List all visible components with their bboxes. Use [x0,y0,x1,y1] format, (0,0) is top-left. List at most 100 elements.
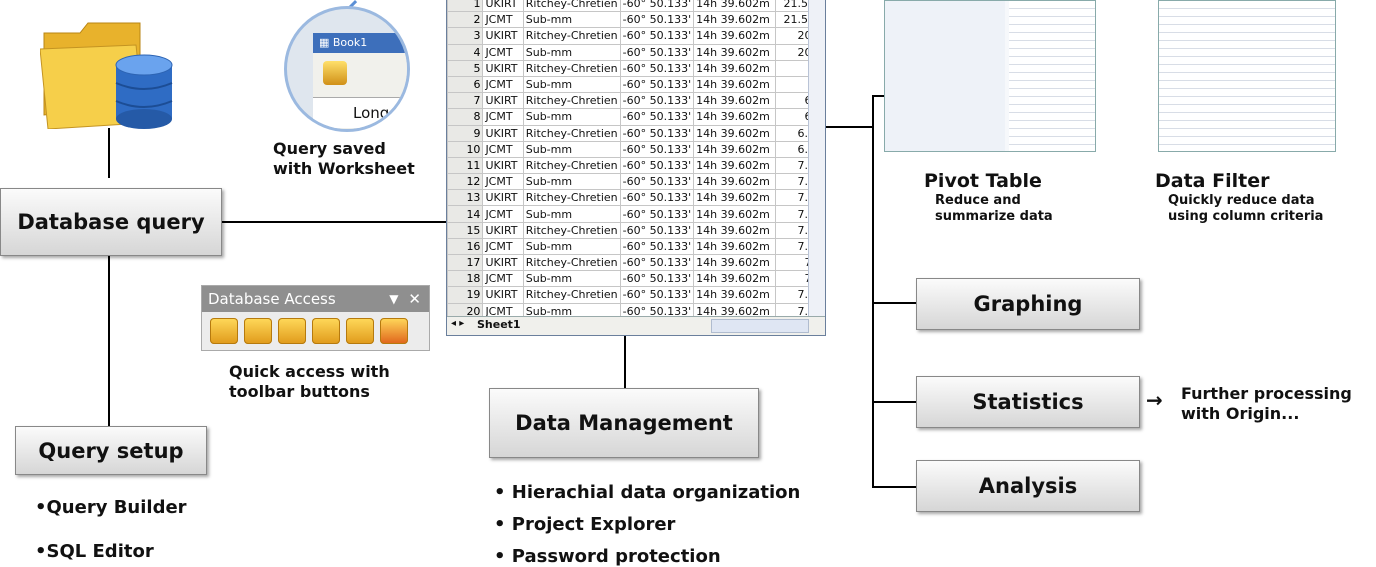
ra-cell[interactable]: 14h 39.602m [693,286,777,304]
telescope-cell[interactable]: JCMT [482,173,524,191]
telescope-cell[interactable]: JCMT [482,75,524,94]
type-cell[interactable]: Sub-mm [522,205,621,223]
ra-cell[interactable]: 14h 39.602m [693,0,777,13]
row-number[interactable]: 9 [447,124,484,142]
telescope-cell[interactable]: JCMT [482,334,524,335]
ra-cell[interactable]: 14h 39.602m [693,75,777,94]
telescope-cell[interactable]: UKIRT [482,0,524,13]
dec-cell[interactable]: -60° 50.133' [619,334,695,335]
dec-cell[interactable]: -60° 50.133' [619,189,695,207]
row-number[interactable]: 22 [447,334,484,335]
row-number[interactable]: 14 [447,205,484,223]
value-cell[interactable]: 6.7 [775,334,825,335]
dec-cell[interactable]: -60° 50.133' [619,270,695,288]
row-number[interactable]: 2 [447,11,484,29]
ra-cell[interactable]: 14h 39.602m [693,124,777,142]
type-cell[interactable]: Sub-mm [522,140,621,158]
row-number[interactable]: 18 [447,270,484,288]
row-number[interactable]: 6 [447,75,484,94]
type-cell[interactable]: Sub-mm [522,334,621,335]
ra-cell[interactable]: 14h 39.602m [693,253,777,272]
type-cell[interactable]: Ritchey-Chretien [522,156,621,175]
worksheet-horizontal-scrollbar[interactable] [711,319,809,333]
ra-cell[interactable]: 14h 39.602m [693,11,777,29]
dec-cell[interactable]: -60° 50.133' [619,92,695,110]
row-number[interactable]: 1 [447,0,484,13]
type-cell[interactable]: Sub-mm [522,237,621,256]
dec-cell[interactable]: -60° 50.133' [619,205,695,223]
dec-cell[interactable]: -60° 50.133' [619,156,695,175]
dec-cell[interactable]: -60° 50.133' [619,124,695,142]
type-cell[interactable]: Ritchey-Chretien [522,221,621,239]
ra-cell[interactable]: 14h 39.602m [693,237,777,256]
dec-cell[interactable]: -60° 50.133' [619,59,695,77]
telescope-cell[interactable]: JCMT [482,140,524,158]
dec-cell[interactable]: -60° 50.133' [619,286,695,304]
query-import-icon[interactable] [346,318,374,344]
dec-cell[interactable]: -60° 50.133' [619,108,695,126]
sheet-nav-arrows[interactable]: ◂ ▸ [451,318,464,329]
type-cell[interactable]: Ritchey-Chretien [522,27,621,45]
dec-cell[interactable]: -60° 50.133' [619,0,695,13]
ra-cell[interactable]: 14h 39.602m [693,59,777,77]
ra-cell[interactable]: 14h 39.602m [693,270,777,288]
telescope-cell[interactable]: UKIRT [482,253,524,272]
type-cell[interactable]: Sub-mm [522,270,621,288]
ra-cell[interactable]: 14h 39.602m [693,108,777,126]
row-number[interactable]: 19 [447,286,484,304]
type-cell[interactable]: Sub-mm [522,43,621,61]
type-cell[interactable]: Ritchey-Chretien [522,253,621,272]
ra-cell[interactable]: 14h 39.602m [693,27,777,45]
row-number[interactable]: 17 [447,253,484,272]
row-number[interactable]: 5 [447,59,484,77]
row-number[interactable]: 8 [447,108,484,126]
type-cell[interactable]: Sub-mm [522,11,621,29]
dec-cell[interactable]: -60° 50.133' [619,237,695,256]
row-number[interactable]: 16 [447,237,484,256]
type-cell[interactable]: Ritchey-Chretien [522,59,621,77]
type-cell[interactable]: Sub-mm [522,108,621,126]
dec-cell[interactable]: -60° 50.133' [619,43,695,61]
telescope-cell[interactable]: JCMT [482,11,524,29]
ra-cell[interactable]: 14h 39.602m [693,140,777,158]
telescope-cell[interactable]: JCMT [482,108,524,126]
row-number[interactable]: 10 [447,140,484,158]
type-cell[interactable]: Ritchey-Chretien [522,92,621,110]
row-number[interactable]: 12 [447,173,484,191]
dec-cell[interactable]: -60° 50.133' [619,11,695,29]
ra-cell[interactable]: 14h 39.602m [693,221,777,239]
ra-cell[interactable]: 14h 39.602m [693,334,777,335]
type-cell[interactable]: Ritchey-Chretien [522,0,621,13]
sheet-tab-sheet1[interactable]: Sheet1 [477,318,521,331]
row-number[interactable]: 3 [447,27,484,45]
dec-cell[interactable]: -60° 50.133' [619,253,695,272]
dec-cell[interactable]: -60° 50.133' [619,140,695,158]
telescope-cell[interactable]: JCMT [482,43,524,61]
row-number[interactable]: 11 [447,156,484,175]
ra-cell[interactable]: 14h 39.602m [693,92,777,110]
type-cell[interactable]: Ritchey-Chretien [522,286,621,304]
telescope-cell[interactable]: UKIRT [482,27,524,45]
ra-cell[interactable]: 14h 39.602m [693,189,777,207]
telescope-cell[interactable]: JCMT [482,237,524,256]
telescope-cell[interactable]: UKIRT [482,124,524,142]
type-cell[interactable]: Sub-mm [522,173,621,191]
telescope-cell[interactable]: JCMT [482,205,524,223]
ra-cell[interactable]: 14h 39.602m [693,205,777,223]
toolbar-close-icon[interactable]: ✕ [408,290,421,308]
dec-cell[interactable]: -60° 50.133' [619,221,695,239]
type-cell[interactable]: Ritchey-Chretien [522,124,621,142]
worksheet-vertical-scrollbar[interactable] [808,0,825,317]
query-remove-icon[interactable] [380,318,408,344]
ra-cell[interactable]: 14h 39.602m [693,173,777,191]
query-open-icon[interactable] [278,318,306,344]
row-number[interactable]: 4 [447,43,484,61]
query-edit-icon[interactable] [244,318,272,344]
telescope-cell[interactable]: UKIRT [482,59,524,77]
row-number[interactable]: 13 [447,189,484,207]
telescope-cell[interactable]: UKIRT [482,156,524,175]
ra-cell[interactable]: 14h 39.602m [693,43,777,61]
row-number[interactable]: 15 [447,221,484,239]
ra-cell[interactable]: 14h 39.602m [693,156,777,175]
dec-cell[interactable]: -60° 50.133' [619,173,695,191]
